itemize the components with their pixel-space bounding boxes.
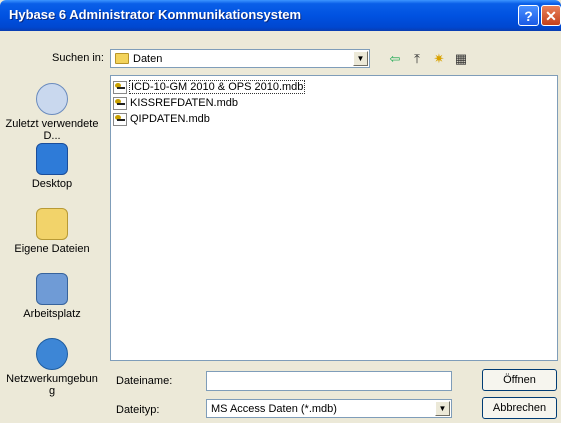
up-folder-icon[interactable]: ⤒ bbox=[408, 51, 426, 67]
place-documents[interactable]: Eigene Dateien bbox=[3, 208, 101, 255]
place-recent-label: Zuletzt verwendete D... bbox=[5, 118, 99, 142]
network-icon bbox=[36, 338, 68, 370]
window-title: Hybase 6 Administrator Kommunikationsyst… bbox=[9, 7, 302, 22]
chevron-down-icon[interactable]: ▼ bbox=[435, 401, 450, 416]
file-list[interactable]: ICD-10-GM 2010 & OPS 2010.mdb KISSREFDAT… bbox=[110, 75, 558, 361]
filename-input[interactable] bbox=[206, 371, 452, 391]
close-button[interactable]: ✕ bbox=[541, 5, 561, 26]
mdb-file-icon bbox=[113, 97, 127, 110]
place-documents-label: Eigene Dateien bbox=[14, 243, 90, 255]
recent-icon bbox=[36, 83, 68, 115]
file-name: QIPDATEN.mdb bbox=[130, 113, 210, 125]
place-desktop[interactable]: Desktop bbox=[3, 143, 101, 190]
place-recent[interactable]: Zuletzt verwendete D... bbox=[3, 83, 101, 142]
cancel-button[interactable]: Abbrechen bbox=[482, 397, 557, 419]
place-computer[interactable]: Arbeitsplatz bbox=[3, 273, 101, 320]
back-icon[interactable]: ⇦ bbox=[386, 51, 404, 67]
file-name: KISSREFDATEN.mdb bbox=[130, 97, 238, 109]
filetype-combo[interactable]: MS Access Daten (*.mdb) ▼ bbox=[206, 399, 452, 418]
folder-icon bbox=[115, 53, 129, 64]
new-folder-icon[interactable]: ✷ bbox=[430, 51, 448, 67]
place-network-label: Netzwerkumgebung bbox=[6, 373, 98, 397]
file-name: ICD-10-GM 2010 & OPS 2010.mdb bbox=[128, 80, 306, 94]
mdb-file-icon bbox=[113, 113, 127, 126]
look-in-value: Daten bbox=[133, 53, 163, 65]
filename-label: Dateiname: bbox=[116, 375, 173, 387]
views-menu-icon[interactable]: ▦ bbox=[452, 51, 470, 67]
look-in-label: Suchen in: bbox=[52, 52, 104, 64]
place-network[interactable]: Netzwerkumgebung bbox=[3, 338, 101, 397]
chevron-down-icon[interactable]: ▼ bbox=[353, 51, 368, 66]
file-open-dialog: Hybase 6 Administrator Kommunikationsyst… bbox=[0, 0, 561, 423]
open-button[interactable]: Öffnen bbox=[482, 369, 557, 391]
filetype-label: Dateityp: bbox=[116, 404, 160, 416]
my-documents-icon bbox=[36, 208, 68, 240]
desktop-icon bbox=[36, 143, 68, 175]
help-button[interactable]: ? bbox=[518, 5, 539, 26]
place-computer-label: Arbeitsplatz bbox=[23, 308, 81, 320]
look-in-combo[interactable]: Daten ▼ bbox=[110, 49, 370, 68]
my-computer-icon bbox=[36, 273, 68, 305]
place-desktop-label: Desktop bbox=[31, 178, 73, 190]
places-bar: Zuletzt verwendete D... Desktop Eigene D… bbox=[3, 75, 101, 420]
title-bar[interactable]: Hybase 6 Administrator Kommunikationsyst… bbox=[0, 0, 561, 31]
filetype-value: MS Access Daten (*.mdb) bbox=[211, 403, 337, 415]
mdb-file-icon bbox=[113, 81, 127, 94]
